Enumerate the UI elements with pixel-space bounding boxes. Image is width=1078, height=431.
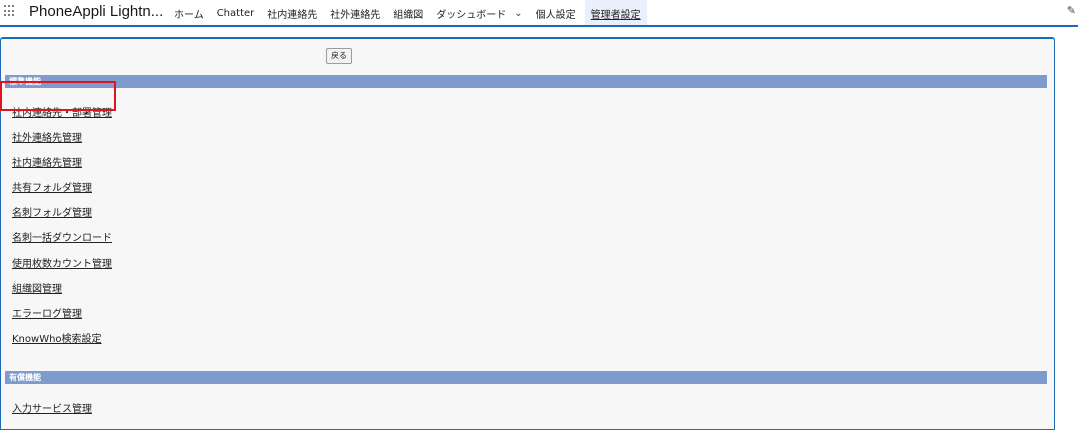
link-knowwho-search-settings[interactable]: KnowWho検索設定 (12, 330, 102, 345)
link-error-log-management[interactable]: エラーログ管理 (12, 305, 82, 320)
link-business-card-bulk-download[interactable]: 名刺一括ダウンロード (12, 229, 112, 244)
link-business-card-folder-management[interactable]: 名刺フォルダ管理 (12, 204, 92, 219)
app-launcher-icon[interactable] (4, 5, 16, 17)
tab-chatter[interactable]: Chatter (217, 0, 255, 26)
tab-home[interactable]: ホーム (174, 0, 204, 26)
tab-external-contacts[interactable]: 社外連絡先 (330, 0, 380, 26)
link-internal-contacts-management[interactable]: 社内連絡先管理 (12, 154, 82, 169)
top-navigation-bar: PhoneAppli Lightn... ホーム Chatter 社内連絡先 社… (0, 0, 1078, 27)
section-header-paid: 有償機能 (5, 371, 1047, 384)
highlight-box (0, 81, 116, 111)
back-button[interactable]: 戻る (326, 48, 352, 64)
tab-org-chart[interactable]: 組織図 (393, 0, 423, 26)
tab-dashboard[interactable]: ダッシュボード ⌄ (436, 0, 522, 26)
link-shared-folder-management[interactable]: 共有フォルダ管理 (12, 179, 92, 194)
chevron-down-icon[interactable]: ⌄ (514, 8, 522, 19)
admin-settings-panel: 戻る 標準機能 社内連絡先・部署管理 社外連絡先管理 社内連絡先管理 共有フォル… (0, 37, 1055, 430)
link-usage-count-management[interactable]: 使用枚数カウント管理 (12, 255, 112, 270)
section-header-standard: 標準機能 (5, 75, 1047, 88)
tab-internal-contacts[interactable]: 社内連絡先 (267, 0, 317, 26)
tab-dashboard-label: ダッシュボード (436, 9, 507, 21)
link-org-chart-management[interactable]: 組織図管理 (12, 280, 62, 295)
tab-personal-settings[interactable]: 個人設定 (536, 0, 576, 26)
tab-admin-settings[interactable]: 管理者設定 (584, 0, 647, 26)
nav-accent-bar (0, 25, 1078, 27)
app-name: PhoneAppli Lightn... (29, 3, 164, 20)
link-input-service-management[interactable]: 入力サービス管理 (12, 400, 92, 415)
pencil-icon[interactable]: ✎ (1067, 4, 1076, 17)
link-external-contacts-management[interactable]: 社外連絡先管理 (12, 129, 82, 144)
nav-tabs: ホーム Chatter 社内連絡先 社外連絡先 組織図 ダッシュボード ⌄ 個人… (174, 0, 660, 26)
